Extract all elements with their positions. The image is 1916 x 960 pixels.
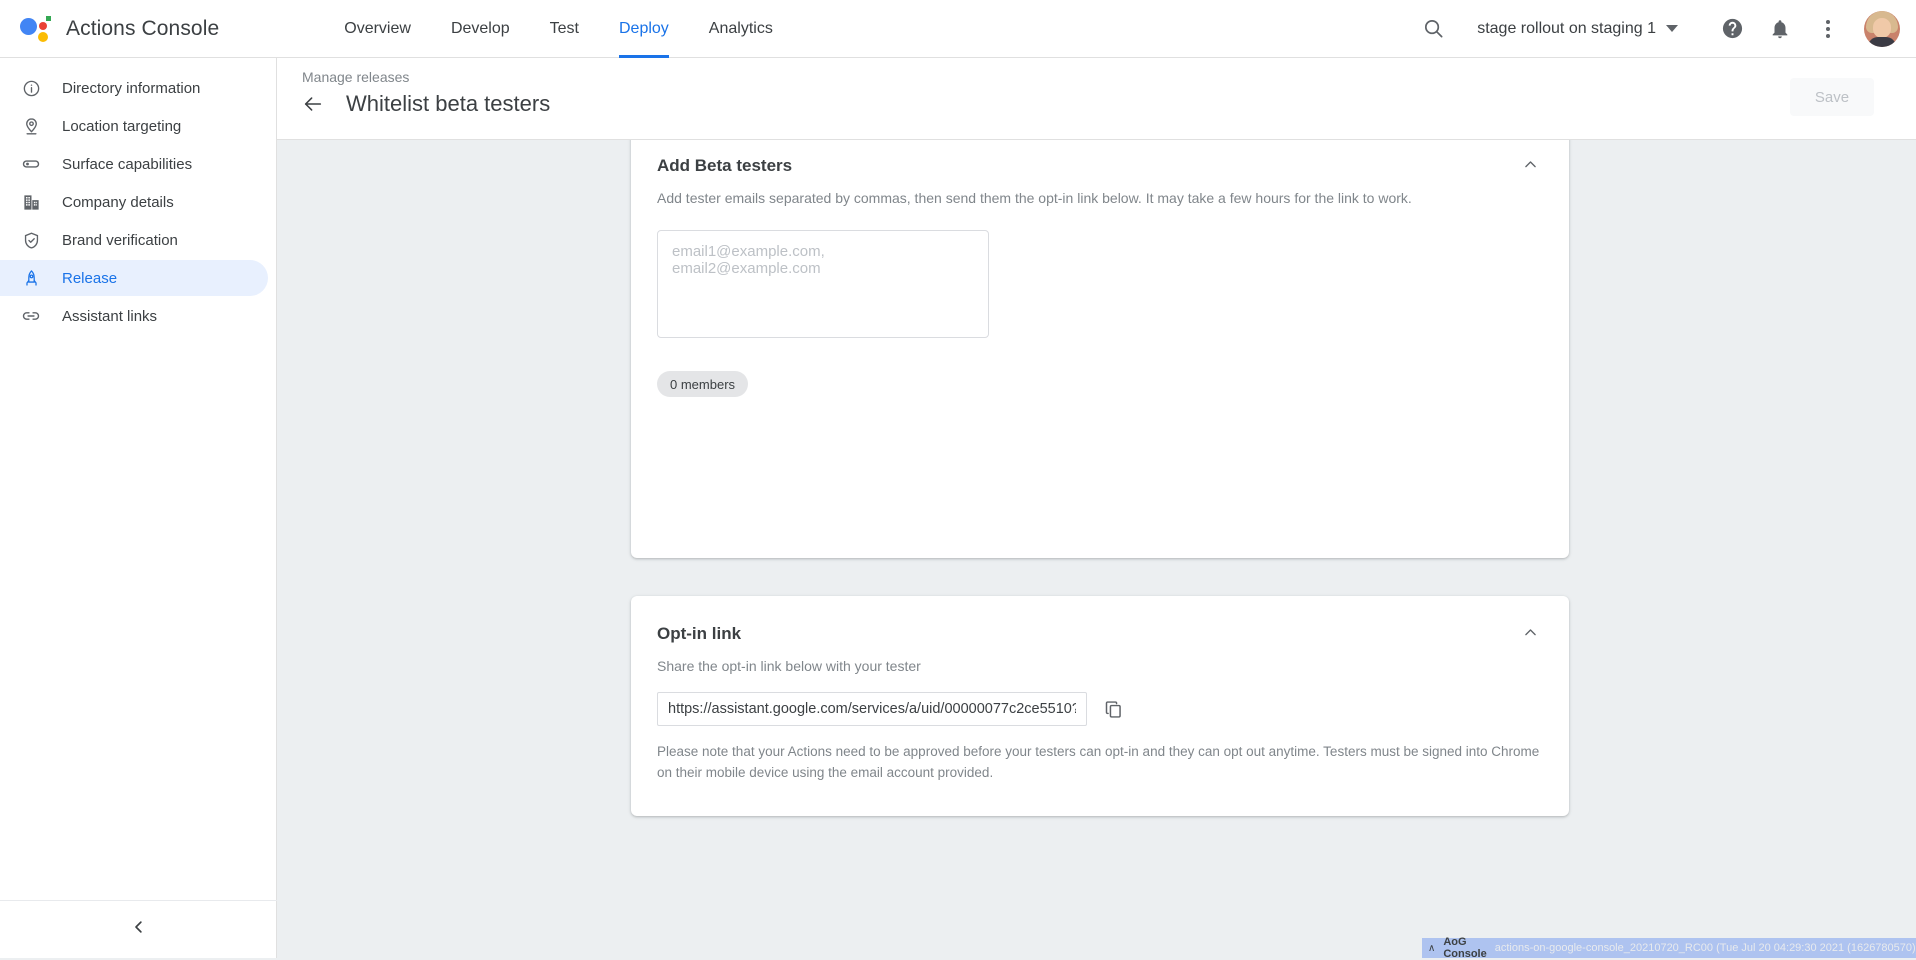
arrow-back-icon[interactable] — [302, 93, 324, 115]
bell-icon[interactable] — [1758, 7, 1802, 51]
sidebar-item-label: Location targeting — [62, 118, 181, 135]
info-icon — [20, 77, 42, 99]
sidebar-item-label: Release — [62, 270, 117, 287]
sidebar-item-label: Assistant links — [62, 308, 157, 325]
project-selector[interactable]: stage rollout on staging 1 — [1459, 20, 1688, 38]
main-tabs: Overview Develop Test Deploy Analytics — [324, 0, 793, 58]
sidebar-item-directory-information[interactable]: Directory information — [0, 70, 268, 106]
sidebar-item-release[interactable]: Release — [0, 260, 268, 296]
chevron-up-icon[interactable]: ∧ — [1428, 943, 1435, 954]
tab-develop[interactable]: Develop — [431, 0, 530, 58]
sidebar-item-brand-verification[interactable]: Brand verification — [0, 222, 268, 258]
card-description: Share the opt-in link below with your te… — [631, 644, 1531, 676]
left-sidebar: Directory information Location targeting… — [0, 58, 277, 958]
page-title: Whitelist beta testers — [346, 91, 550, 117]
building-icon — [20, 191, 42, 213]
breadcrumb[interactable]: Manage releases — [302, 69, 409, 85]
tab-overview[interactable]: Overview — [324, 0, 431, 58]
sidebar-nav-list: Directory information Location targeting… — [0, 58, 276, 334]
opt-in-link-row — [657, 692, 1569, 726]
card-header: Add Beta testers — [631, 140, 1569, 176]
sidebar-item-assistant-links[interactable]: Assistant links — [0, 298, 268, 334]
sidebar-item-label: Brand verification — [62, 232, 178, 249]
status-app-name: AoG Console — [1443, 936, 1486, 960]
card-title: Add Beta testers — [657, 156, 792, 176]
rocket-icon — [20, 267, 42, 289]
account-avatar[interactable] — [1864, 11, 1900, 47]
google-assistant-logo — [20, 14, 50, 44]
chevron-down-icon — [1666, 25, 1678, 32]
more-vert-icon[interactable] — [1806, 7, 1850, 51]
capsule-icon — [20, 153, 42, 175]
shield-check-icon — [20, 229, 42, 251]
tab-analytics[interactable]: Analytics — [689, 0, 793, 58]
link-icon — [20, 305, 42, 327]
build-status-bar: ∧ AoG Console actions-on-google-console_… — [1422, 938, 1916, 958]
sidebar-item-company-details[interactable]: Company details — [0, 184, 268, 220]
chevron-left-icon — [130, 918, 148, 941]
top-app-bar: Actions Console Overview Develop Test De… — [0, 0, 1916, 58]
chevron-up-icon[interactable] — [1522, 156, 1539, 173]
location-pin-icon — [20, 115, 42, 137]
help-icon[interactable] — [1710, 7, 1754, 51]
main-content: Add Beta testers Add tester emails separ… — [277, 140, 1916, 958]
card-header: Opt-in link — [631, 596, 1569, 644]
opt-in-link-input[interactable] — [657, 692, 1087, 726]
sidebar-collapse-button[interactable] — [0, 900, 277, 958]
opt-in-link-card: Opt-in link Share the opt-in link below … — [631, 596, 1569, 816]
search-icon[interactable] — [1411, 7, 1455, 51]
brand[interactable]: Actions Console — [0, 14, 219, 44]
brand-title: Actions Console — [66, 17, 219, 41]
tab-deploy[interactable]: Deploy — [599, 0, 689, 58]
sidebar-item-label: Company details — [62, 194, 174, 211]
sidebar-item-surface-capabilities[interactable]: Surface capabilities — [0, 146, 268, 182]
add-beta-testers-card: Add Beta testers Add tester emails separ… — [631, 140, 1569, 558]
app-bar-actions: stage rollout on staging 1 — [1411, 7, 1916, 51]
copy-icon[interactable] — [1099, 695, 1128, 724]
card-description: Add tester emails separated by commas, t… — [631, 176, 1531, 208]
sidebar-item-label: Directory information — [62, 80, 200, 97]
beta-tester-emails-input[interactable] — [657, 230, 989, 338]
members-count-chip: 0 members — [657, 371, 748, 397]
project-name: stage rollout on staging 1 — [1477, 20, 1656, 38]
sidebar-item-label: Surface capabilities — [62, 156, 192, 173]
title-row: Whitelist beta testers — [302, 91, 550, 117]
status-build-info: actions-on-google-console_20210720_RC00 … — [1495, 942, 1916, 954]
chevron-up-icon[interactable] — [1522, 624, 1539, 641]
save-button[interactable]: Save — [1790, 78, 1874, 116]
tab-test[interactable]: Test — [530, 0, 599, 58]
opt-in-note: Please note that your Actions need to be… — [657, 742, 1543, 783]
page-header: Manage releases Whitelist beta testers S… — [277, 58, 1916, 140]
card-title: Opt-in link — [657, 624, 741, 644]
sidebar-item-location-targeting[interactable]: Location targeting — [0, 108, 268, 144]
